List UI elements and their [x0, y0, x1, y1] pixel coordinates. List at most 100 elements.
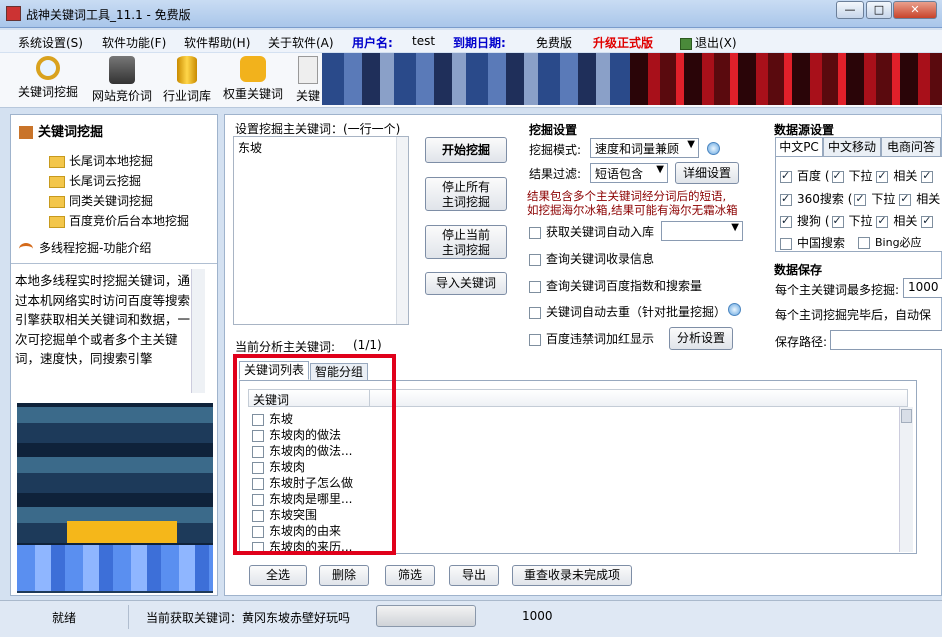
stop-current-button[interactable]: 停止当前 主词挖掘 — [425, 225, 507, 259]
source-suggest: 下拉 — [871, 192, 896, 206]
recheck-button[interactable]: 重查收录未完成项 — [512, 565, 632, 586]
save-title: 数据保存 — [774, 263, 823, 277]
checkbox[interactable] — [899, 192, 912, 206]
mode-select[interactable]: 速度和词量兼顾 ▼ — [590, 138, 699, 158]
status-current: 当前获取关键词：黄冈东坡赤壁好玩吗 — [146, 611, 351, 625]
menu-features[interactable]: 软件功能(F) — [102, 34, 166, 51]
tab-cn-mobile[interactable]: 中文移动 — [823, 137, 881, 157]
analysis-count: (1/1) — [353, 338, 382, 352]
source-sogou[interactable]: 搜狗 (下拉 相关 — [780, 212, 938, 229]
sidebar-root[interactable]: 关键词挖掘 — [19, 121, 103, 140]
toolbar-more[interactable]: 关键 — [292, 56, 324, 104]
datasource-title: 数据源设置 — [774, 123, 835, 137]
checkbox[interactable] — [876, 214, 889, 228]
database-icon — [177, 56, 197, 84]
info-bulb-icon[interactable] — [728, 303, 741, 316]
close-button[interactable]: ✕ — [893, 1, 937, 19]
sidebar-scrollbar[interactable] — [191, 269, 205, 393]
sidebar-item-baidu-bid[interactable]: 百度竞价后台本地挖掘 — [49, 212, 189, 229]
toolbar-keyword-mining[interactable]: 关键词挖掘 — [16, 56, 80, 100]
menu-system[interactable]: 系统设置(S) — [18, 34, 83, 51]
status-count: 1000 — [522, 609, 553, 623]
magnifier-icon — [36, 56, 60, 80]
upgrade-link[interactable]: 升级正式版 — [593, 34, 653, 51]
stop-all-button[interactable]: 停止所有 主词挖掘 — [425, 177, 507, 211]
checkbox[interactable] — [858, 237, 870, 249]
source-related: 相关 — [893, 169, 918, 183]
checkbox[interactable] — [529, 306, 541, 319]
source-china-search[interactable]: 中国搜索 — [780, 234, 845, 251]
sidebar-description: 本地多线程实时挖掘关键词，通过本机网络实时访问百度等搜索引擎获取相关关键词和数据… — [15, 273, 191, 366]
source-360[interactable]: 360搜索 (下拉 相关 — [780, 190, 940, 207]
list-scrollbar[interactable] — [899, 407, 913, 552]
source-suggest: 下拉 — [848, 169, 873, 183]
checkbox[interactable] — [780, 214, 792, 228]
checkbox[interactable] — [529, 226, 541, 239]
option-index-query[interactable]: 查询关键词收录信息 — [529, 250, 654, 267]
sidebar-item-label: 长尾词云挖掘 — [69, 174, 142, 188]
store-select[interactable]: ▼ — [661, 221, 743, 241]
toolbar-weight[interactable]: 权重关键词 — [220, 56, 286, 102]
checkbox[interactable] — [529, 253, 541, 266]
checkbox[interactable] — [529, 280, 541, 293]
checkbox[interactable] — [876, 169, 889, 183]
pixelated-banner-red — [630, 53, 942, 105]
option-dedupe[interactable]: 关键词自动去重（针对批量挖掘） — [529, 303, 726, 320]
maximize-button[interactable]: □ — [866, 1, 892, 19]
checkbox[interactable] — [780, 192, 792, 206]
folder-icon — [49, 175, 65, 188]
menu-about[interactable]: 关于软件(A) — [268, 34, 334, 51]
checkbox[interactable] — [921, 169, 934, 183]
checkbox[interactable] — [780, 237, 792, 250]
save-path-input[interactable] — [830, 330, 942, 350]
workstation-icon — [109, 56, 135, 84]
checkbox[interactable] — [529, 333, 541, 346]
save-max-input[interactable]: 1000 — [903, 278, 942, 298]
option-baidu-index[interactable]: 查询关键词百度指数和搜索量 — [529, 277, 702, 294]
minimize-button[interactable]: — — [836, 1, 864, 19]
scroll-thumb[interactable] — [901, 409, 912, 423]
analyze-settings-button[interactable]: 分析设置 — [669, 327, 733, 350]
checkbox[interactable] — [831, 214, 844, 228]
start-button[interactable]: 开始挖掘 — [425, 137, 507, 163]
toolbar-industry[interactable]: 行业词库 — [161, 56, 213, 104]
sidebar-multi[interactable]: 多线程挖掘-功能介绍 — [19, 239, 151, 256]
exit-label: 退出(X) — [695, 36, 737, 50]
tab-ecommerce[interactable]: 电商问答 — [881, 137, 941, 157]
sidebar-item-cloud[interactable]: 长尾词云挖掘 — [49, 172, 141, 189]
toolbar-label: 关键 — [295, 89, 320, 103]
checkbox[interactable] — [831, 169, 844, 183]
mode-value: 速度和词量兼顾 — [595, 142, 680, 156]
checkbox[interactable] — [780, 169, 792, 183]
option-label: 获取关键词自动入库 — [546, 225, 655, 239]
option-forbidden-red[interactable]: 百度违禁词加红显示 — [529, 330, 654, 347]
source-name: Bing必应 — [875, 236, 922, 249]
delete-button[interactable]: 删除 — [319, 565, 369, 586]
expire-value: 免费版 — [536, 36, 573, 50]
filter-button[interactable]: 筛选 — [385, 565, 435, 586]
seed-scrollbar[interactable] — [396, 137, 408, 324]
sidebar-item-local[interactable]: 长尾词本地挖掘 — [49, 152, 153, 169]
detail-settings-button[interactable]: 详细设置 — [675, 162, 739, 184]
import-button[interactable]: 导入关键词 — [425, 272, 507, 295]
option-label: 查询关键词收录信息 — [546, 252, 655, 266]
option-auto-store[interactable]: 获取关键词自动入库 — [529, 223, 654, 240]
menu-help[interactable]: 软件帮助(H) — [184, 34, 250, 51]
toolbar-site-bid[interactable]: 网站竞价词 — [90, 56, 154, 104]
sidebar-item-similar[interactable]: 同类关键词挖掘 — [49, 192, 153, 209]
select-all-button[interactable]: 全选 — [249, 565, 307, 586]
tab-cn-pc[interactable]: 中文PC — [775, 137, 823, 157]
seed-textarea[interactable]: 东坡 — [233, 136, 409, 325]
menu-exit[interactable]: 退出(X) — [680, 34, 737, 51]
sidebar-multi-label: 多线程挖掘-功能介绍 — [39, 241, 152, 255]
export-button[interactable]: 导出 — [449, 565, 499, 586]
checkbox[interactable] — [854, 192, 867, 206]
source-name: 百度 — [797, 169, 822, 183]
sidebar-item-label: 长尾词本地挖掘 — [69, 154, 154, 168]
chart-icon — [298, 56, 318, 84]
source-baidu[interactable]: 百度 (下拉 相关 — [780, 167, 938, 184]
checkbox[interactable] — [921, 214, 934, 228]
filter-select[interactable]: 短语包含 ▼ — [590, 163, 668, 183]
source-bing[interactable]: Bing必应 — [858, 234, 922, 250]
info-bulb-icon[interactable] — [707, 142, 720, 155]
